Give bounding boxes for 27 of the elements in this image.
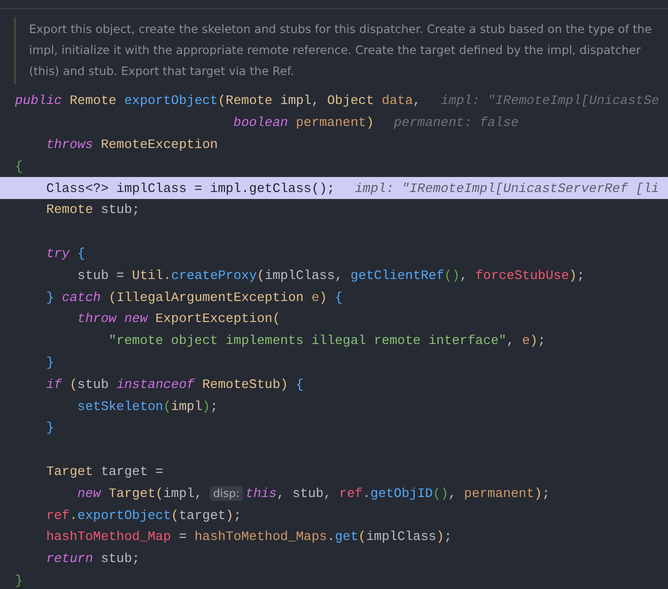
code-text: setSkeleton(impl); xyxy=(76,398,218,414)
code-text: this, stub, ref.getObjID(), permanent); xyxy=(246,486,550,501)
code-text: { xyxy=(15,158,23,174)
code-text: throws RemoteException xyxy=(45,136,218,152)
inline-value-hint: permanent: false xyxy=(394,115,519,130)
code-text: Remote stub; xyxy=(45,202,140,218)
code-text: } xyxy=(15,572,23,588)
code-text: boolean permanent) xyxy=(232,115,374,130)
inline-value-hint: impl: "IRemoteImpl[UnicastSe xyxy=(440,93,660,108)
doc-comment: Export this object, create the skeleton and stubs for this dispatcher. Create a stub based on the type of the impl, initialize it with the appropriate remote reference. Create the target defined by the impl, dispatcher (this) and stub. Export that target via the Ref. xyxy=(14,17,668,84)
code-text: } xyxy=(45,354,54,370)
code-text: return stub; xyxy=(45,551,140,566)
parameter-name-hint: disp: xyxy=(210,486,243,501)
code-text: } xyxy=(45,420,54,436)
code-text: Target target = xyxy=(45,464,164,479)
code-text: public Remote exportObject(Remote impl, Object data, xyxy=(15,93,421,108)
code-text: "remote object implements illegal remote interface", e); xyxy=(108,333,546,348)
code-text: stub = Util.createProxy(implClass, getClientRef(), forceStubUse); xyxy=(76,268,585,283)
code-text: try { xyxy=(45,246,86,261)
inline-value-hint: impl: "IRemoteImpl[UnicastServerRef [li xyxy=(354,180,660,196)
code-text: Class<?> implClass = impl.getClass(); xyxy=(45,180,335,196)
code-text: ref.exportObject(target); xyxy=(45,508,242,523)
code-text: new Target(impl, xyxy=(76,486,204,501)
code-text: hashToMethod_Map = hashToMethod_Maps.get(implClass); xyxy=(45,529,452,544)
code-text: } catch (IllegalArgumentException e) { xyxy=(45,290,343,305)
code-text: throw new ExportException( xyxy=(76,311,280,326)
code-text: if (stub instanceof RemoteStub) { xyxy=(45,376,304,392)
